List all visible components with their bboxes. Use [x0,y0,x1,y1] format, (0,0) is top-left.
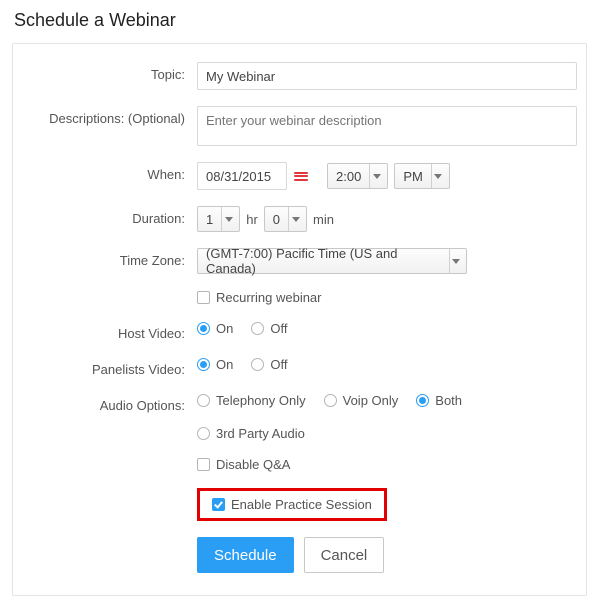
checkbox-icon [197,291,210,304]
chevron-down-icon [288,207,302,231]
thirdparty-label: 3rd Party Audio [216,426,305,441]
chevron-down-icon [449,249,462,273]
radio-icon [197,394,210,407]
radio-icon [197,427,210,440]
chevron-down-icon [221,207,235,231]
radio-icon [251,358,264,371]
disable-qa-label: Disable Q&A [216,457,290,472]
minutes-unit: min [313,212,334,227]
recurring-checkbox[interactable]: Recurring webinar [197,290,322,305]
audio-both-radio[interactable]: Both [416,393,462,408]
enable-practice-checkbox[interactable]: Enable Practice Session [212,497,372,512]
radio-icon [324,394,337,407]
duration-minutes-value: 0 [273,212,280,227]
recurring-label: Recurring webinar [216,290,322,305]
off-label: Off [270,357,287,372]
duration-minutes-select[interactable]: 0 [264,206,307,232]
radio-icon [197,358,210,371]
schedule-button[interactable]: Schedule [197,537,294,573]
when-ampm-select[interactable]: PM [394,163,450,189]
checkbox-icon [197,458,210,471]
when-time-value: 2:00 [336,169,361,184]
descriptions-label: Descriptions: (Optional) [27,106,197,126]
when-ampm-value: PM [403,169,423,184]
panelists-video-label: Panelists Video: [27,357,197,377]
when-time-select[interactable]: 2:00 [327,163,388,189]
host-video-on-radio[interactable]: On [197,321,233,336]
form-panel: Topic: Descriptions: (Optional) When: 2:… [12,43,587,596]
audio-voip-radio[interactable]: Voip Only [324,393,399,408]
topic-label: Topic: [27,62,197,82]
hours-unit: hr [246,212,258,227]
radio-icon [251,322,264,335]
descriptions-input[interactable] [197,106,577,146]
off-label: Off [270,321,287,336]
calendar-icon[interactable] [293,168,309,184]
cancel-button[interactable]: Cancel [304,537,385,573]
timezone-value: (GMT-7:00) Pacific Time (US and Canada) [206,246,441,276]
audio-options-label: Audio Options: [27,393,197,413]
timezone-label: Time Zone: [27,248,197,268]
panelists-video-on-radio[interactable]: On [197,357,233,372]
audio-telephony-radio[interactable]: Telephony Only [197,393,306,408]
voip-label: Voip Only [343,393,399,408]
enable-practice-label: Enable Practice Session [231,497,372,512]
radio-icon [197,322,210,335]
checkbox-icon [212,498,225,511]
panelists-video-off-radio[interactable]: Off [251,357,287,372]
radio-icon [416,394,429,407]
host-video-label: Host Video: [27,321,197,341]
practice-highlight: Enable Practice Session [197,488,387,521]
duration-hours-value: 1 [206,212,213,227]
duration-hours-select[interactable]: 1 [197,206,240,232]
duration-label: Duration: [27,206,197,226]
both-label: Both [435,393,462,408]
chevron-down-icon [369,164,383,188]
timezone-select[interactable]: (GMT-7:00) Pacific Time (US and Canada) [197,248,467,274]
on-label: On [216,357,233,372]
when-label: When: [27,162,197,182]
page-title: Schedule a Webinar [14,10,587,31]
audio-thirdparty-radio[interactable]: 3rd Party Audio [197,426,305,441]
chevron-down-icon [431,164,445,188]
on-label: On [216,321,233,336]
topic-input[interactable] [197,62,577,90]
disable-qa-checkbox[interactable]: Disable Q&A [197,457,290,472]
host-video-off-radio[interactable]: Off [251,321,287,336]
when-date-input[interactable] [197,162,287,190]
telephony-label: Telephony Only [216,393,306,408]
